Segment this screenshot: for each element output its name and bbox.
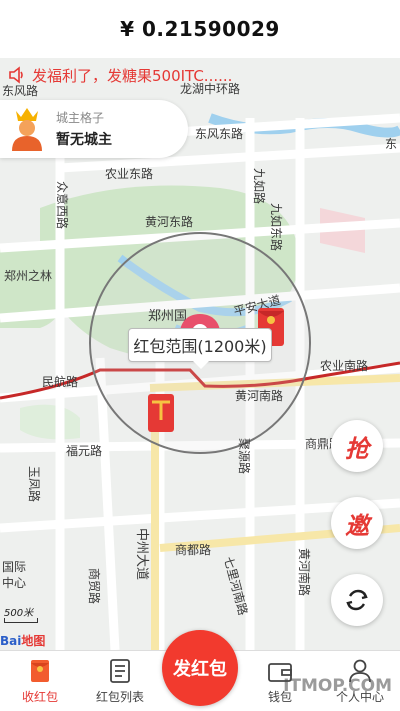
svg-text:东风东路: 东风东路 [195, 126, 243, 141]
watermark: ITMOP.COM [283, 676, 392, 696]
baidu-prefix: Bai [0, 634, 22, 648]
svg-text:黄河南路: 黄河南路 [297, 548, 312, 596]
send-envelope-button[interactable]: 发红包 [162, 630, 238, 706]
svg-text:玉凤路: 玉凤路 [27, 466, 42, 502]
svg-text:郑州国: 郑州国 [148, 309, 187, 324]
svg-text:黄河东路: 黄河东路 [145, 214, 193, 229]
refresh-icon [346, 589, 368, 611]
svg-text:聚源路: 聚源路 [237, 438, 252, 474]
owner-value: 暂无城主 [56, 132, 112, 148]
refresh-button[interactable] [331, 574, 383, 626]
svg-text:福元路: 福元路 [66, 443, 102, 458]
list-icon [110, 659, 130, 683]
baidu-logo: Bai地图 [0, 632, 45, 649]
svg-text:众意西路: 众意西路 [55, 181, 70, 229]
send-envelope-label: 发红包 [173, 659, 227, 680]
nav-list-label: 红包列表 [95, 690, 144, 704]
speaker-icon [9, 66, 23, 84]
owner-info: 城主格子 暂无城主 [56, 109, 112, 149]
red-envelope-icon [148, 394, 174, 432]
announcement-bar[interactable]: 发福利了，发糖果500ITC...... [0, 60, 400, 90]
header: ¥ 0.21590029 [0, 0, 400, 58]
svg-text:九如路: 九如路 [252, 168, 267, 204]
owner-label: 城主格子 [56, 111, 105, 125]
svg-text:九如东路: 九如东路 [269, 203, 284, 251]
svg-text:中心: 中心 [2, 575, 26, 590]
svg-text:商都路: 商都路 [175, 542, 211, 557]
grab-label: 抢 [345, 433, 369, 463]
grab-button[interactable]: 抢 [331, 420, 383, 472]
balance-value: ¥ 0.21590029 [120, 17, 280, 41]
invite-label: 邀 [345, 510, 369, 540]
red-envelope-icon [31, 660, 49, 682]
nav-envelope-list[interactable]: 红包列表 [80, 651, 160, 711]
scale-bar [4, 618, 38, 623]
nav-receive-envelope[interactable]: 收红包 [0, 651, 80, 711]
svg-text:商贸路: 商贸路 [87, 568, 102, 604]
invite-button[interactable]: 邀 [331, 497, 383, 549]
svg-text:农业东路: 农业东路 [105, 166, 153, 181]
svg-text:国际: 国际 [2, 560, 26, 574]
announcement-text: 发福利了，发糖果500ITC...... [32, 66, 233, 85]
svg-text:东: 东 [385, 137, 397, 151]
svg-text:黄河南路: 黄河南路 [235, 388, 283, 403]
nav-receive-label: 收红包 [21, 690, 58, 704]
crown-avatar-icon [12, 108, 42, 151]
city-owner-card[interactable]: 城主格子 暂无城主 [0, 100, 188, 158]
svg-text:农业南路: 农业南路 [320, 358, 368, 373]
svg-text:郑州之林: 郑州之林 [4, 268, 52, 283]
svg-text:民航路: 民航路 [42, 374, 78, 389]
range-tooltip: 红包范围(1200米) [128, 328, 272, 369]
baidu-suffix: 地图 [21, 634, 46, 648]
map-scale: 500米 [4, 608, 34, 619]
svg-text:中州大道: 中州大道 [134, 528, 149, 580]
